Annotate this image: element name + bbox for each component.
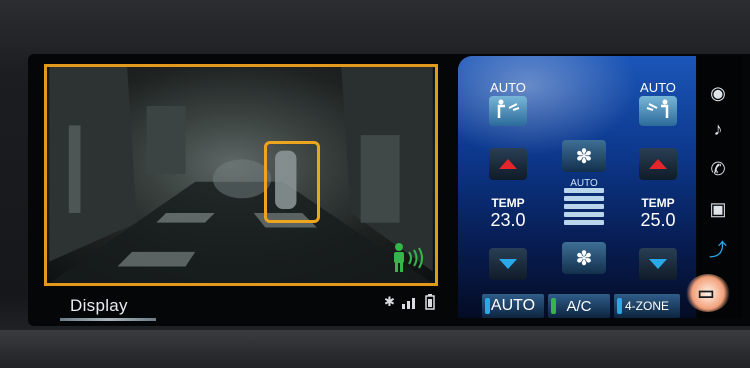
battery-icon (425, 294, 435, 310)
right-temp-down-button[interactable] (639, 248, 677, 280)
display-label[interactable]: Display (70, 296, 128, 316)
fan-icon: ✽ (575, 145, 593, 168)
up-arrow-icon (649, 159, 667, 169)
navigation-icon: ◉ (710, 82, 726, 103)
up-arrow-icon (499, 159, 517, 169)
dashboard-trim (0, 330, 750, 368)
display-tab-indicator (60, 318, 156, 321)
zone-indicator (617, 298, 622, 314)
fan-speed-up-button[interactable]: ✽ (562, 140, 606, 172)
left-temp-down-button[interactable] (489, 248, 527, 280)
left-seat-airflow-button[interactable] (489, 96, 527, 126)
ac-button[interactable]: A/C (548, 294, 610, 318)
pedestrian-detection-box (264, 141, 320, 223)
left-temp-label: TEMP (491, 196, 525, 210)
night-road-scene (49, 67, 433, 283)
fan-speed-down-button[interactable]: ✽ (562, 242, 606, 274)
four-zone-button[interactable]: 4-ZONE (614, 294, 680, 318)
seat-airflow-icon (497, 99, 520, 118)
fan-icon: ✽ (575, 247, 593, 270)
right-temp-label: TEMP (641, 196, 675, 210)
camera-menu-button[interactable]: ▭ (688, 280, 724, 306)
seat-climate-icon: ⤴ (709, 240, 727, 260)
audio-menu-button[interactable]: ♪ (700, 116, 736, 142)
right-temp-up-button[interactable] (639, 148, 677, 180)
signal-strength-icon (401, 298, 415, 309)
auto-button-label: AUTO (490, 297, 536, 314)
ac-button-label: A/C (566, 297, 592, 315)
left-temp-up-button[interactable] (489, 148, 527, 180)
phone-menu-button[interactable]: ✆ (700, 156, 736, 182)
right-seat-airflow-button[interactable] (639, 96, 677, 126)
ac-indicator (551, 298, 556, 314)
down-arrow-icon (649, 259, 667, 269)
bluetooth-icon: ✱ (384, 294, 395, 309)
auto-indicator (485, 298, 490, 314)
four-zone-button-label: 4-ZONE (624, 299, 669, 313)
down-arrow-icon (499, 259, 517, 269)
seat-airflow-icon (646, 99, 669, 118)
picture-menu-button[interactable]: ▣ (700, 196, 736, 222)
right-auto-label: AUTO (640, 80, 676, 95)
night-view-camera (44, 64, 438, 286)
phone-icon: ✆ (710, 158, 726, 179)
left-temp-value: 23.0 (490, 210, 526, 230)
picture-icon: ▣ (709, 198, 727, 219)
left-auto-label: AUTO (490, 80, 526, 95)
status-icons: ✱ (384, 293, 435, 311)
navigation-menu-button[interactable]: ◉ (700, 80, 736, 106)
fan-level-indicator (564, 188, 604, 230)
music-icon: ♪ (713, 118, 723, 139)
climate-menu-button[interactable]: ⤴ (700, 236, 736, 262)
auto-button[interactable]: AUTO (482, 294, 544, 318)
pedestrian-warning-icon (394, 243, 423, 272)
right-temp-value: 25.0 (640, 210, 676, 230)
camera-display-icon: ▭ (697, 282, 715, 303)
